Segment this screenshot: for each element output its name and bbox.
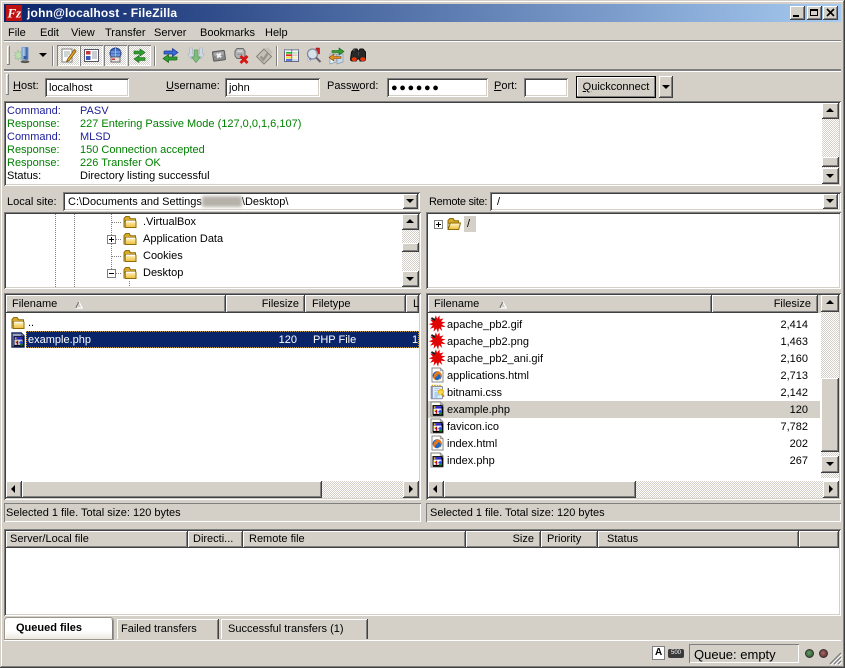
svg-text:Fz: Fz: [7, 6, 23, 21]
